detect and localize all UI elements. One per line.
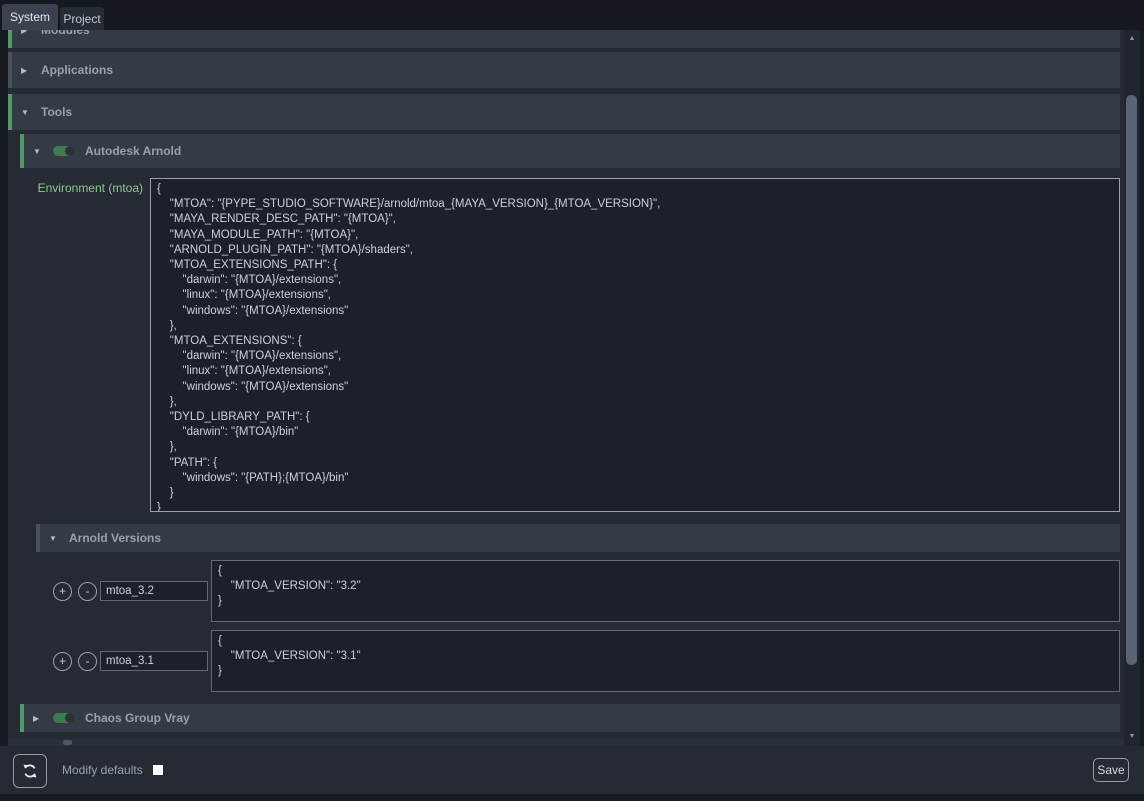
expand-arrow-icon[interactable]: ▼	[49, 534, 59, 543]
expand-arrow-icon[interactable]: ▼	[21, 108, 31, 117]
version-name-input[interactable]	[100, 651, 208, 671]
collapse-arrow-icon[interactable]: ▶	[21, 66, 31, 75]
version-name-input[interactable]	[100, 581, 208, 601]
collapse-arrow-icon[interactable]: ▶	[33, 714, 43, 723]
horizontal-scrollbar[interactable]	[8, 739, 1124, 746]
section-arnold-versions-label: Arnold Versions	[69, 531, 161, 545]
section-chaos-group-vray[interactable]: ▶ Chaos Group Vray	[20, 704, 1120, 732]
section-autodesk-arnold[interactable]: ▼ Autodesk Arnold	[20, 134, 1120, 168]
section-vray-label: Chaos Group Vray	[85, 711, 190, 725]
tab-bar: System Project	[0, 0, 1144, 30]
section-applications[interactable]: ▶ Applications	[8, 52, 1120, 88]
remove-version-button[interactable]: -	[78, 652, 97, 671]
vertical-scrollbar-thumb[interactable]	[1126, 95, 1137, 665]
arnold-enabled-toggle[interactable]	[53, 146, 75, 156]
section-applications-label: Applications	[41, 63, 113, 77]
footer-bar: Modify defaults Save	[0, 746, 1144, 794]
scroll-down-icon[interactable]: ▼	[1124, 729, 1140, 743]
modify-defaults-label: Modify defaults	[62, 763, 143, 777]
section-arnold-versions[interactable]: ▼ Arnold Versions	[36, 524, 1120, 552]
environment-label: Environment (mtoa)	[8, 178, 150, 512]
remove-version-button[interactable]: -	[78, 582, 97, 601]
settings-window: { "tabs": { "system": "System", "project…	[0, 0, 1144, 801]
tab-project[interactable]: Project	[60, 7, 104, 30]
vertical-scrollbar[interactable]: ▲ ▼	[1124, 30, 1140, 746]
add-version-button[interactable]: +	[53, 652, 72, 671]
refresh-icon	[21, 762, 39, 780]
version-row: + - { "MTOA_VERSION": "3.2" }	[8, 560, 1124, 622]
modify-defaults-checkbox[interactable]	[153, 765, 163, 775]
scroll-up-icon[interactable]: ▲	[1124, 31, 1140, 45]
version-json-editor[interactable]: { "MTOA_VERSION": "3.2" }	[211, 560, 1120, 622]
tab-system[interactable]: System	[2, 4, 58, 30]
vray-enabled-toggle[interactable]	[53, 713, 75, 723]
refresh-button[interactable]	[13, 754, 47, 788]
modify-defaults-group: Modify defaults	[62, 746, 163, 794]
section-arnold-label: Autodesk Arnold	[85, 144, 181, 158]
section-modules[interactable]: ▶ Modules	[8, 30, 1120, 48]
toggle-knob	[65, 146, 75, 156]
section-modules-label: Modules	[41, 30, 90, 37]
settings-scroll-area: ▶ Modules ▶ Applications ▼ Tools ▼ Autod…	[8, 30, 1124, 739]
add-version-button[interactable]: +	[53, 582, 72, 601]
version-row: + - { "MTOA_VERSION": "3.1" }	[8, 630, 1124, 692]
environment-json-editor[interactable]: { "MTOA": "{PYPE_STUDIO_SOFTWARE}/arnold…	[150, 178, 1120, 512]
version-json-editor[interactable]: { "MTOA_VERSION": "3.1" }	[211, 630, 1120, 692]
toggle-knob	[65, 713, 75, 723]
section-tools-label: Tools	[41, 105, 72, 119]
environment-row: Environment (mtoa) { "MTOA": "{PYPE_STUD…	[8, 178, 1124, 512]
expand-arrow-icon[interactable]: ▼	[33, 147, 43, 156]
horizontal-scrollbar-thumb[interactable]	[63, 740, 72, 745]
section-tools[interactable]: ▼ Tools	[8, 94, 1120, 130]
collapse-arrow-icon[interactable]: ▶	[21, 30, 31, 35]
save-button[interactable]: Save	[1093, 758, 1129, 782]
